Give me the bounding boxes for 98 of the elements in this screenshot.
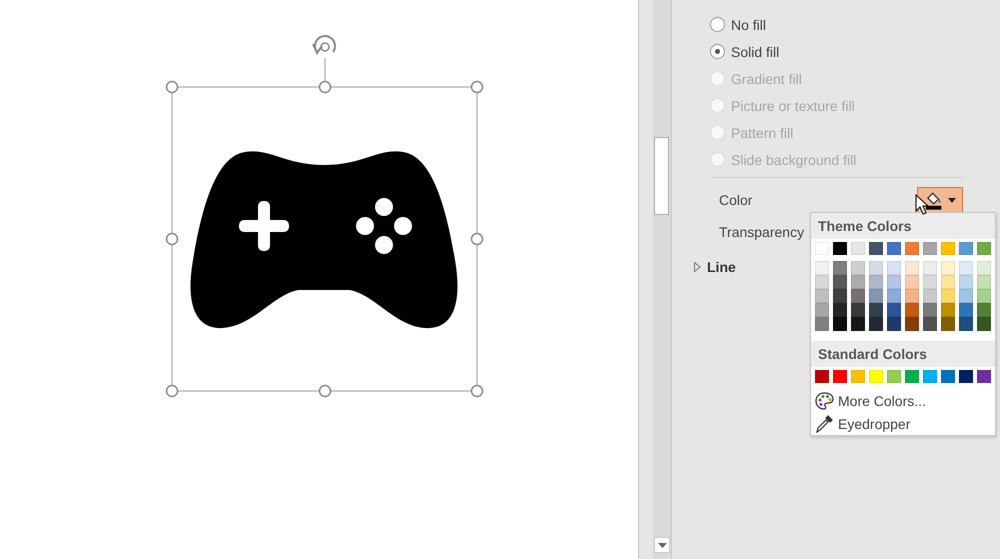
eyedropper-icon — [815, 414, 834, 432]
color-swatch[interactable] — [923, 303, 937, 317]
color-swatch[interactable] — [977, 317, 991, 331]
transparency-label: Transparency — [719, 224, 804, 240]
color-swatch[interactable] — [815, 289, 829, 303]
color-swatch[interactable] — [941, 275, 955, 289]
color-swatch[interactable] — [869, 289, 883, 303]
color-swatch[interactable] — [959, 275, 973, 289]
color-swatch[interactable] — [923, 289, 937, 303]
resize-handle[interactable] — [166, 80, 178, 94]
expand-triangle-icon[interactable] — [694, 262, 701, 272]
color-swatch[interactable] — [923, 275, 937, 289]
color-swatch[interactable] — [815, 317, 829, 331]
rotate-handle-icon[interactable] — [312, 35, 336, 55]
color-swatch[interactable] — [923, 317, 937, 331]
color-swatch[interactable] — [851, 289, 865, 303]
color-swatch[interactable] — [869, 370, 883, 383]
color-swatch[interactable] — [851, 242, 865, 255]
color-swatch[interactable] — [905, 289, 919, 303]
color-swatch[interactable] — [959, 303, 973, 317]
color-swatch[interactable] — [923, 261, 937, 275]
color-swatch[interactable] — [941, 242, 955, 255]
color-swatch[interactable] — [869, 275, 883, 289]
color-swatch[interactable] — [833, 261, 847, 275]
color-swatch[interactable] — [977, 303, 991, 317]
section-heading[interactable]: Line — [707, 259, 736, 275]
color-swatch[interactable] — [869, 317, 883, 331]
color-swatch[interactable] — [905, 317, 919, 331]
color-swatch[interactable] — [833, 370, 847, 383]
color-swatch[interactable] — [887, 289, 901, 303]
color-swatch[interactable] — [851, 317, 865, 331]
color-swatch[interactable] — [905, 275, 919, 289]
color-swatch[interactable] — [959, 317, 973, 331]
color-swatch[interactable] — [905, 303, 919, 317]
resize-handle[interactable] — [318, 80, 332, 94]
resize-handle[interactable] — [318, 384, 332, 398]
resize-handle[interactable] — [470, 384, 484, 398]
radio-label[interactable]: Solid fill — [731, 44, 780, 60]
menu-item[interactable]: Eyedropper — [811, 412, 995, 435]
scroll-down-button[interactable] — [654, 537, 670, 553]
color-swatch[interactable] — [977, 261, 991, 275]
color-swatch[interactable] — [887, 370, 901, 383]
color-swatch[interactable] — [833, 317, 847, 331]
color-swatch[interactable] — [887, 242, 901, 255]
color-swatch[interactable] — [923, 370, 937, 383]
menu-heading: Standard Colors — [811, 341, 995, 367]
caret-icon — [658, 542, 666, 548]
resize-handle[interactable] — [166, 384, 178, 398]
color-swatch[interactable] — [959, 261, 973, 275]
color-swatch[interactable] — [941, 317, 955, 331]
color-swatch[interactable] — [905, 261, 919, 275]
color-swatch[interactable] — [977, 275, 991, 289]
color-swatch[interactable] — [815, 370, 829, 383]
color-swatch[interactable] — [851, 303, 865, 317]
color-swatch[interactable] — [941, 289, 955, 303]
color-swatch[interactable] — [833, 275, 847, 289]
color-swatch[interactable] — [977, 242, 991, 255]
color-swatch[interactable] — [869, 303, 883, 317]
color-swatch[interactable] — [869, 242, 883, 255]
paint-bucket-icon — [924, 190, 944, 210]
color-swatch[interactable] — [959, 370, 973, 383]
radio-button[interactable] — [710, 17, 725, 32]
color-swatch[interactable] — [887, 261, 901, 275]
color-swatch[interactable] — [905, 370, 919, 383]
color-swatch[interactable] — [941, 303, 955, 317]
color-swatch[interactable] — [941, 261, 955, 275]
palette-icon — [815, 392, 834, 410]
color-swatch[interactable] — [815, 261, 829, 275]
color-swatch[interactable] — [887, 275, 901, 289]
color-swatch[interactable] — [815, 303, 829, 317]
color-swatch[interactable] — [923, 242, 937, 255]
radio-button[interactable] — [710, 44, 725, 59]
color-swatch[interactable] — [941, 370, 955, 383]
color-swatch[interactable] — [833, 289, 847, 303]
color-swatch[interactable] — [815, 275, 829, 289]
scrollbar-thumb[interactable] — [654, 137, 669, 215]
color-swatch[interactable] — [833, 242, 847, 255]
color-swatch[interactable] — [887, 303, 901, 317]
resize-handle[interactable] — [470, 232, 484, 246]
color-swatch[interactable] — [977, 289, 991, 303]
color-label: Color — [719, 192, 752, 208]
color-swatch[interactable] — [959, 242, 973, 255]
color-swatch[interactable] — [851, 261, 865, 275]
radio-label[interactable]: No fill — [731, 16, 766, 32]
menu-heading: Theme Colors — [811, 213, 995, 239]
caret-icon — [948, 198, 956, 202]
color-swatch[interactable] — [833, 303, 847, 317]
resize-handle[interactable] — [470, 80, 484, 94]
game-controller-icon[interactable] — [190, 151, 458, 328]
color-swatch[interactable] — [851, 275, 865, 289]
color-swatch[interactable] — [959, 289, 973, 303]
color-swatch[interactable] — [851, 370, 865, 383]
resize-handle[interactable] — [166, 232, 178, 246]
color-swatch[interactable] — [869, 261, 883, 275]
color-swatch[interactable] — [977, 370, 991, 383]
color-swatch[interactable] — [887, 317, 901, 331]
menu-item[interactable]: More Colors... — [811, 389, 995, 412]
color-swatch[interactable] — [905, 242, 919, 255]
